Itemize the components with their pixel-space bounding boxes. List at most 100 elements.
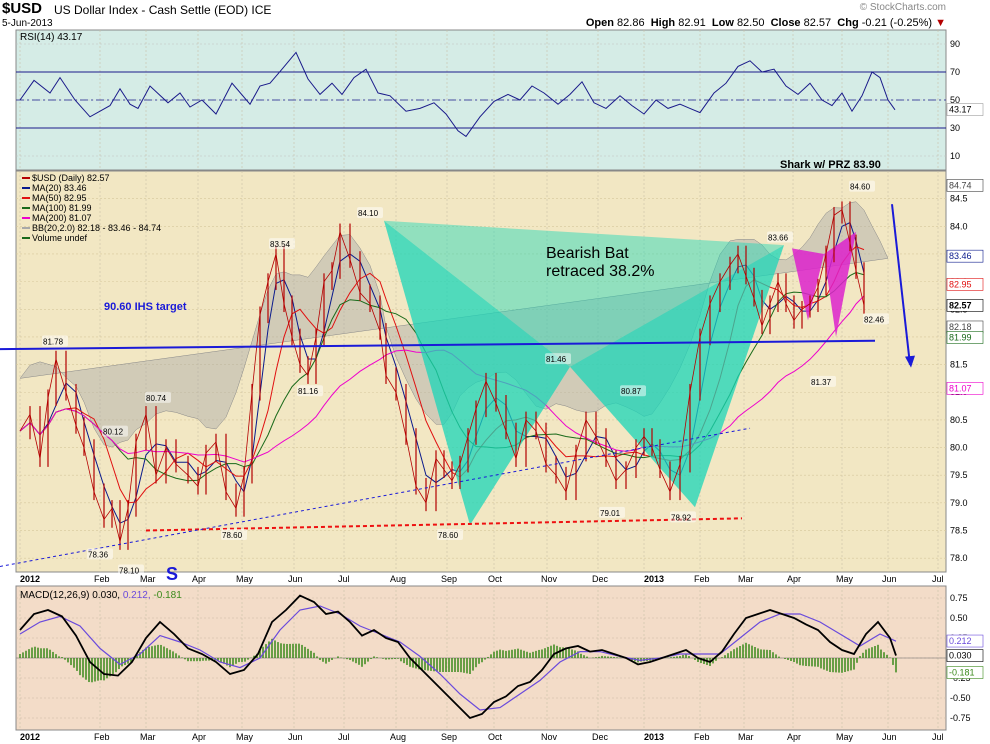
macd-x-label: Jun (882, 732, 897, 742)
price-annotation: 78.92 (671, 513, 692, 522)
bat-label-line2: retraced 38.2% (546, 263, 655, 280)
price-annotation: 78.36 (88, 550, 109, 559)
price-x-label: May (836, 574, 854, 584)
price-tick-label: 79.0 (950, 498, 968, 508)
price-x-label: Mar (738, 574, 754, 584)
price-right-label: 84.74 (949, 180, 972, 190)
rsi-tick-label: 30 (950, 123, 960, 133)
price-x-label: Apr (787, 574, 801, 584)
price-x-label: Aug (390, 574, 406, 584)
rsi-tick-label: 10 (950, 151, 960, 161)
rsi-last-value: 43.17 (949, 105, 972, 115)
macd-right-label: 0.212 (949, 636, 972, 646)
macd-x-label: Feb (94, 732, 110, 742)
price-tick-label: 84.5 (950, 194, 968, 204)
price-x-label: Jul (338, 574, 350, 584)
macd-x-label: Sep (441, 732, 457, 742)
macd-x-label: Aug (390, 732, 406, 742)
price-x-label: Oct (488, 574, 503, 584)
macd-x-label: Dec (592, 732, 609, 742)
macd-x-label: Oct (488, 732, 503, 742)
head-shoulder-s-mark: S (166, 564, 178, 584)
price-annotation: 83.54 (270, 240, 291, 249)
price-right-label: 82.57 (949, 300, 972, 310)
macd-x-label: May (836, 732, 854, 742)
price-x-label: Sep (441, 574, 457, 584)
price-annotation: 80.12 (103, 428, 124, 437)
macd-right-label: 0.030 (949, 651, 972, 661)
price-tick-label: 80.0 (950, 443, 968, 453)
price-legend-item: MA(20) 83.46 (32, 183, 87, 193)
macd-x-label: Mar (738, 732, 754, 742)
macd-x-label: Apr (787, 732, 801, 742)
macd-x-label: Jul (338, 732, 350, 742)
price-x-label: May (236, 574, 254, 584)
price-legend-item: MA(100) 81.99 (32, 203, 92, 213)
price-legend-item: $USD (Daily) 82.57 (32, 173, 110, 183)
macd-tick-label: 0.50 (950, 613, 968, 623)
price-tick-label: 78.0 (950, 553, 968, 563)
price-tick-label: 78.5 (950, 526, 968, 536)
price-right-label: 81.07 (949, 383, 972, 393)
price-x-label: Dec (592, 574, 609, 584)
price-annotation: 79.01 (600, 509, 621, 518)
bat-label-line1: Bearish Bat (546, 245, 629, 262)
shark-label: Shark w/ PRZ 83.90 (780, 159, 881, 171)
price-annotation: 78.60 (222, 531, 243, 540)
macd-x-label: Mar (140, 732, 156, 742)
rsi-tick-label: 90 (950, 39, 960, 49)
ihs-target-label: 90.60 IHS target (104, 301, 187, 313)
price-x-label: Nov (541, 574, 558, 584)
stock-chart: 907050301043.17RSI(14) 43.1784.584.083.5… (0, 29, 984, 742)
price-x-label: Feb (94, 574, 110, 584)
macd-title-part: -0.181 (151, 590, 183, 601)
price-annotation: 81.16 (298, 387, 319, 396)
price-annotation: 78.10 (119, 566, 140, 575)
price-right-label: 82.95 (949, 279, 972, 289)
price-annotation: 81.46 (546, 355, 567, 364)
macd-x-label: Jun (288, 732, 303, 742)
price-right-label: 81.99 (949, 332, 972, 342)
price-x-label: Mar (140, 574, 156, 584)
price-x-label: Apr (192, 574, 206, 584)
price-annotation: 81.37 (811, 378, 832, 387)
price-x-label: 2013 (644, 574, 664, 584)
price-x-label: Feb (694, 574, 710, 584)
price-right-label: 82.18 (949, 322, 972, 332)
price-annotation: 83.66 (768, 233, 789, 242)
price-x-label: Jun (882, 574, 897, 584)
price-x-label: Jun (288, 574, 303, 584)
price-annotation: 84.10 (358, 209, 379, 218)
macd-x-label: May (236, 732, 254, 742)
macd-title: MACD(12,26,9) 0.030, 0.212, -0.181 (20, 590, 182, 601)
price-annotation: 80.74 (146, 394, 167, 403)
price-x-label: Jul (932, 574, 944, 584)
macd-title-part: MACD(12,26,9) 0.030, (20, 590, 120, 601)
rsi-tick-label: 70 (950, 67, 960, 77)
price-right-label: 83.46 (949, 251, 972, 261)
price-annotation: 84.60 (850, 183, 871, 192)
price-annotation: 81.78 (43, 337, 64, 346)
price-x-label: 2012 (20, 574, 40, 584)
macd-x-label: 2013 (644, 732, 664, 742)
macd-tick-label: 0.75 (950, 593, 968, 603)
macd-x-label: Feb (694, 732, 710, 742)
price-legend-item: MA(200) 81.07 (32, 213, 92, 223)
macd-x-label: Nov (541, 732, 558, 742)
price-annotation: 80.87 (621, 387, 642, 396)
macd-x-label: Apr (192, 732, 206, 742)
price-tick-label: 84.0 (950, 221, 968, 231)
price-legend-item: MA(50) 82.95 (32, 193, 87, 203)
macd-x-label: Jul (932, 732, 944, 742)
price-legend-item: Volume undef (32, 233, 88, 243)
price-tick-label: 79.5 (950, 470, 968, 480)
price-tick-label: 80.5 (950, 415, 968, 425)
price-tick-label: 81.5 (950, 360, 968, 370)
macd-tick-label: -0.75 (950, 713, 971, 723)
macd-tick-label: -0.50 (950, 693, 971, 703)
price-annotation: 82.46 (864, 315, 885, 324)
macd-right-label: -0.181 (949, 667, 975, 677)
macd-x-label: 2012 (20, 732, 40, 742)
price-legend-item: BB(20,2.0) 82.18 - 83.46 - 84.74 (32, 223, 161, 233)
rsi-title: RSI(14) 43.17 (20, 32, 83, 43)
